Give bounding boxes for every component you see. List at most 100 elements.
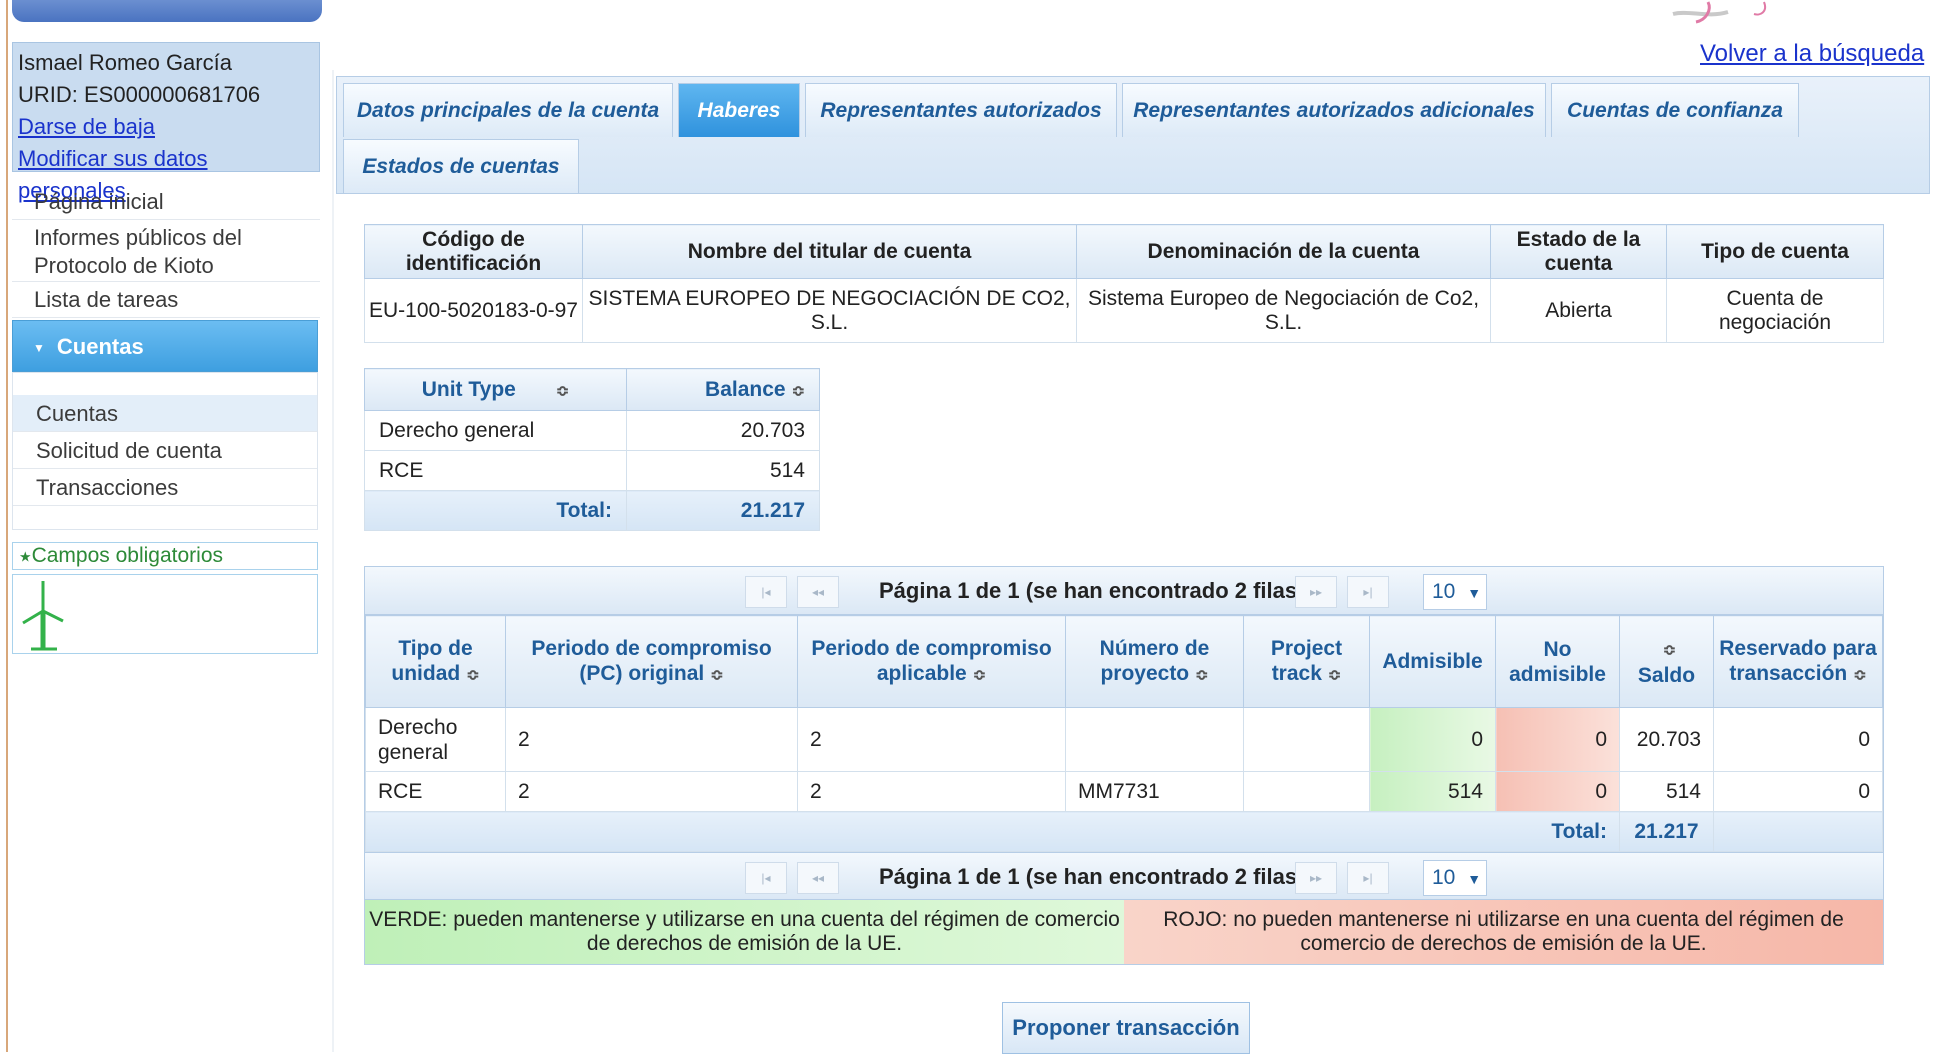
table-row: RCE 2 2 MM7731 514 0 514 0: [365, 771, 1883, 812]
col-project-track[interactable]: Project track ≎: [1243, 615, 1370, 708]
col-balance-label: Balance: [705, 377, 786, 401]
total-value: 21.217: [626, 490, 820, 531]
back-to-search-link[interactable]: Volver a la búsqueda: [1700, 40, 1924, 68]
cell-pc-original: 2: [505, 771, 798, 812]
prev-page-icon[interactable]: ◂◂: [797, 576, 839, 608]
nav-home[interactable]: Página inicial: [12, 184, 320, 220]
nav-kyoto-reports[interactable]: Informes públicos del Protocolo de Kioto: [12, 218, 320, 282]
tab-datos-principales[interactable]: Datos principales de la cuenta: [343, 83, 673, 137]
cell-balance: 20.703: [626, 410, 820, 451]
turbine-box: [12, 574, 318, 654]
cell-unit-type: Derecho general: [364, 410, 627, 451]
sort-icon: ≎: [1662, 641, 1677, 659]
col-label: Periodo de compromiso aplicable: [811, 636, 1052, 685]
cell-saldo: 514: [1619, 771, 1714, 812]
cell-denominacion: Sistema Europeo de Negociación de Co2, S…: [1076, 278, 1491, 343]
sort-icon: ≎: [1195, 666, 1209, 684]
tab-representantes-adicionales[interactable]: Representantes autorizados adicionales: [1122, 83, 1546, 137]
last-page-icon[interactable]: ▸|: [1347, 576, 1389, 608]
subnav-item-transacciones[interactable]: Transacciones: [13, 469, 317, 506]
unsubscribe-link[interactable]: Darse de baja: [18, 111, 314, 143]
col-estado: Estado de la cuenta: [1490, 224, 1667, 279]
color-legend: VERDE: pueden mantenerse y utilizarse en…: [365, 900, 1883, 964]
balance-total-row: Total: 21.217: [364, 490, 820, 531]
sort-icon: ≎: [555, 382, 570, 400]
cell-project-track: [1243, 771, 1370, 812]
col-denominacion: Denominación de la cuenta: [1076, 224, 1491, 279]
logo-fragment: [1672, 1, 1766, 24]
cell-numero-proyecto: [1065, 707, 1244, 772]
tab-haberes[interactable]: Haberes: [678, 83, 800, 137]
col-tipo-unidad[interactable]: Tipo de unidad ≎: [365, 615, 506, 708]
cell-numero-proyecto: MM7731: [1065, 771, 1244, 812]
page-size-value: 10: [1432, 866, 1456, 889]
page-size-select[interactable]: 10 ▼: [1423, 860, 1487, 896]
subnav-item-solicitud[interactable]: Solicitud de cuenta: [13, 432, 317, 469]
col-balance[interactable]: Balance ≎: [626, 368, 820, 411]
nav-section-label: Cuentas: [56, 334, 144, 359]
table-row: Derecho general 20.703: [364, 410, 820, 451]
cell-titular: SISTEMA EUROPEO DE NEGOCIACIÓN DE CO2, S…: [582, 278, 1077, 343]
col-no-admisible: No admisible: [1495, 615, 1620, 708]
user-info-box: Ismael Romeo García URID: ES000000681706…: [12, 42, 320, 203]
page-size-select[interactable]: 10 ▼: [1423, 574, 1487, 610]
sort-icon: ≎: [1327, 666, 1342, 684]
col-pc-original[interactable]: Periodo de compromiso (PC) original ≎: [505, 615, 798, 708]
nav-section-cuentas[interactable]: ▼ Cuentas: [12, 320, 318, 372]
cell-tipo-unidad: Derecho general: [365, 707, 506, 772]
total-label: Total:: [364, 490, 627, 531]
holdings-total-row: Total: 21.217: [365, 811, 1883, 852]
subnav: Cuentas Solicitud de cuenta Transaccione…: [12, 372, 318, 530]
cell-admisible: 514: [1369, 771, 1496, 812]
sort-icon: ≎: [791, 382, 805, 400]
tab-cuentas-confianza[interactable]: Cuentas de confianza: [1551, 83, 1799, 137]
account-info-table: Código de identificación Nombre del titu…: [364, 224, 1884, 343]
tab-representantes[interactable]: Representantes autorizados: [805, 83, 1117, 137]
col-tipo: Tipo de cuenta: [1666, 224, 1884, 279]
cell-no-admisible: 0: [1495, 707, 1620, 772]
col-reservado[interactable]: Reservado para transacción ≎: [1713, 615, 1883, 708]
col-pc-aplicable[interactable]: Periodo de compromiso aplicable ≎: [797, 615, 1066, 708]
table-row: EU-100-5020183-0-97 SISTEMA EUROPEO DE N…: [364, 278, 1884, 343]
holdings-table: Tipo de unidad ≎ Periodo de compromiso (P…: [365, 615, 1883, 852]
last-page-icon[interactable]: ▸|: [1347, 862, 1389, 894]
cell-unit-type: RCE: [364, 450, 627, 491]
collapse-triangle-icon: ▼: [33, 341, 45, 356]
total-empty-cell: [1713, 811, 1883, 852]
pager-top: |◂ ◂◂ Página 1 de 1 (se han encontrado 2…: [365, 567, 1883, 615]
cell-admisible: 0: [1369, 707, 1496, 772]
col-unit-type[interactable]: Unit Type ≎: [364, 368, 627, 411]
prev-page-icon[interactable]: ◂◂: [797, 862, 839, 894]
cell-tipo-unidad: RCE: [365, 771, 506, 812]
cell-pc-aplicable: 2: [797, 707, 1066, 772]
page-size-value: 10: [1432, 580, 1456, 603]
sort-icon: ≎: [972, 666, 987, 684]
col-label: Número de proyecto: [1099, 636, 1210, 685]
subnav-item-cuentas[interactable]: Cuentas: [13, 395, 317, 432]
cell-reservado: 0: [1713, 771, 1883, 812]
cell-no-admisible: 0: [1495, 771, 1620, 812]
header-banner: [12, 0, 322, 22]
tab-estados-cuentas[interactable]: Estados de cuentas: [343, 139, 579, 193]
sort-icon: ≎: [466, 666, 480, 684]
col-admisible: Admisible: [1369, 615, 1496, 708]
next-page-icon[interactable]: ▸▸: [1295, 862, 1337, 894]
col-saldo[interactable]: ≎ Saldo: [1619, 615, 1714, 708]
next-page-icon[interactable]: ▸▸: [1295, 576, 1337, 608]
cell-pc-original: 2: [505, 707, 798, 772]
propose-transaction-button[interactable]: Proponer transacción: [1002, 1002, 1250, 1054]
cell-codigo: EU-100-5020183-0-97: [364, 278, 583, 343]
left-border: [6, 0, 8, 1052]
holdings-grid: |◂ ◂◂ Página 1 de 1 (se han encontrado 2…: [364, 566, 1884, 965]
user-urid: URID: ES000000681706: [18, 82, 261, 107]
legend-red: ROJO: no pueden mantenerse ni utilizarse…: [1124, 900, 1883, 964]
first-page-icon[interactable]: |◂: [745, 576, 787, 608]
legend-green: VERDE: pueden mantenerse y utilizarse en…: [365, 900, 1124, 964]
col-numero-proyecto[interactable]: Número de proyecto ≎: [1065, 615, 1244, 708]
sort-icon: ≎: [1853, 666, 1867, 684]
cell-project-track: [1243, 707, 1370, 772]
required-label: Campos obligatorios: [31, 544, 223, 567]
nav-tasks[interactable]: Lista de tareas: [12, 282, 320, 318]
first-page-icon[interactable]: |◂: [745, 862, 787, 894]
dropdown-caret-icon: ▼: [1467, 871, 1482, 887]
